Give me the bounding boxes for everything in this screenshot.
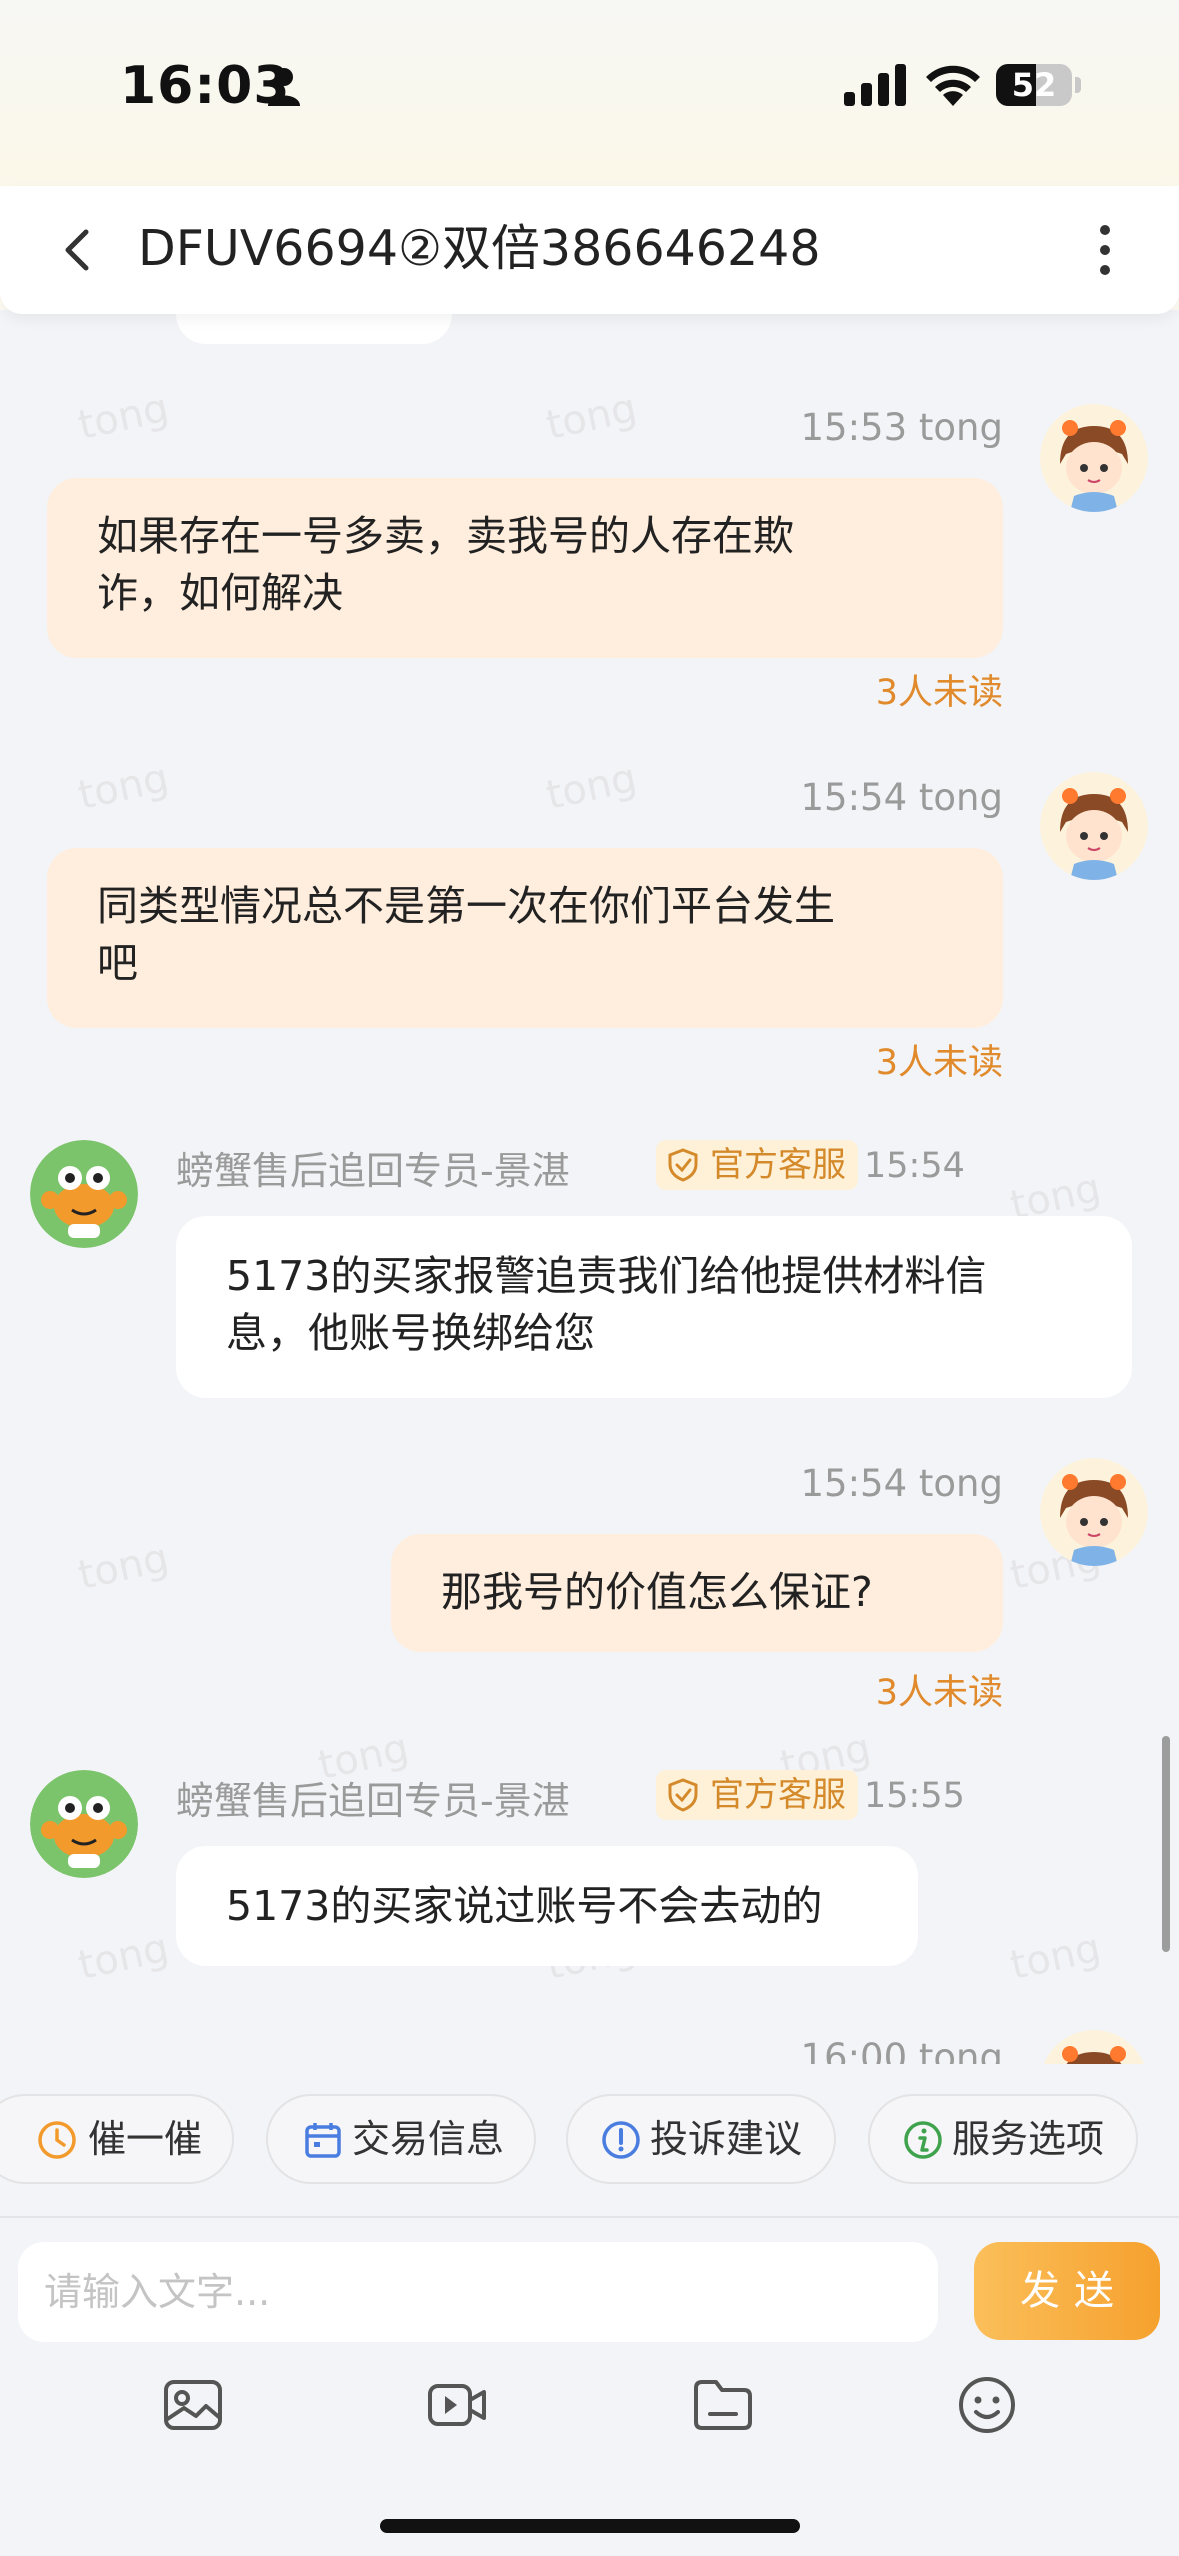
watermark: tong [74,385,173,449]
message-meta: 15:54 tong [801,1462,1004,1505]
message-bubble[interactable]: 如果存在一号多卖，卖我号的人存在欺 诈，如何解决 [47,478,1003,658]
message-bubble[interactable]: 那我号的价值怎么保证? [391,1534,1003,1652]
shield-check-icon [668,1148,698,1182]
unread-count: 3人未读 [875,1043,1003,1083]
image-icon[interactable] [160,2372,226,2438]
exclamation-icon [602,2121,640,2159]
shield-check-icon [668,1778,698,1812]
agent-name: 螃蟹售后追回专员-景湛 [176,1149,570,1193]
battery-indicator: 52 [996,64,1082,106]
official-badge: 官方客服 [656,1140,858,1190]
user-avatar[interactable] [1040,2030,1148,2064]
emoji-icon[interactable] [954,2372,1020,2438]
quick-actions-bar: 催一催 交易信息 投诉建议 服务选项 [0,2066,1179,2218]
message-sender: tong [918,2036,1003,2064]
back-arrow-icon[interactable] [58,226,98,274]
quick-action-urge[interactable]: 催一催 [0,2094,234,2184]
previous-message-bubble [176,314,452,344]
message-bubble[interactable]: 同类型情况总不是第一次在你们平台发生 吧 [47,848,1003,1028]
watermark: tong [1006,1925,1105,1989]
message-sender: tong [918,776,1003,819]
info-icon [904,2121,942,2159]
watermark: tong [542,385,641,449]
message-meta: 15:54 tong [801,776,1004,819]
message-time: 16:00 [800,2036,908,2064]
message-time: 15:55 [864,1776,965,1816]
unread-count: 3人未读 [875,1673,1003,1713]
message-bubble[interactable]: 5173的买家报警追责我们给他提供材料信 息，他账号换绑给您 [176,1216,1132,1398]
video-icon[interactable] [424,2372,490,2438]
message-input[interactable] [18,2242,938,2342]
message-time: 15:54 [800,776,908,819]
wifi-icon [926,65,980,106]
chat-title: DFUV6694②双倍386646248 [138,220,821,277]
user-avatar[interactable] [1040,404,1148,512]
message-time: 15:53 [800,406,908,449]
clock-icon [38,2121,76,2159]
user-avatar[interactable] [1040,1458,1148,1566]
message-time: 15:54 [864,1146,965,1186]
message-time: 15:54 [800,1462,908,1505]
watermark: tong [542,755,641,819]
status-time: 16:03 [120,56,291,116]
message-sender: tong [918,1462,1003,1505]
message-meta: 16:00 tong [801,2036,1004,2064]
message-sender: tong [918,406,1003,449]
quick-action-complaint[interactable]: 投诉建议 [566,2094,836,2184]
agent-name: 螃蟹售后追回专员-景湛 [176,1779,570,1823]
home-indicator[interactable] [380,2519,800,2533]
message-bubble[interactable]: 5173的买家说过账号不会去动的 [176,1846,918,1966]
battery-text: 52 [1011,66,1057,104]
calendar-icon [305,2123,341,2158]
unread-count: 3人未读 [875,673,1003,713]
folder-icon[interactable] [690,2372,756,2438]
watermark: tong [74,755,173,819]
quick-action-service-options[interactable]: 服务选项 [868,2094,1138,2184]
watermark: tong [74,1535,173,1599]
agent-avatar[interactable] [30,1770,138,1878]
message-meta: 15:53 tong [801,406,1004,449]
chat-area[interactable]: tong tong tong tong tong tong tong tong … [0,314,1179,2064]
chat-scrollbar[interactable] [1162,1736,1170,1952]
send-button[interactable]: 发送 [974,2242,1160,2340]
watermark: tong [74,1925,173,1989]
status-bar: 16:03 52 [0,0,1179,170]
quick-action-trade-info[interactable]: 交易信息 [266,2094,536,2184]
person-icon [268,68,300,106]
agent-avatar[interactable] [30,1140,138,1248]
official-badge: 官方客服 [656,1770,858,1820]
more-options-icon[interactable] [1090,220,1120,280]
signal-icon [844,64,906,106]
user-avatar[interactable] [1040,772,1148,880]
chat-header: DFUV6694②双倍386646248 [0,186,1179,314]
